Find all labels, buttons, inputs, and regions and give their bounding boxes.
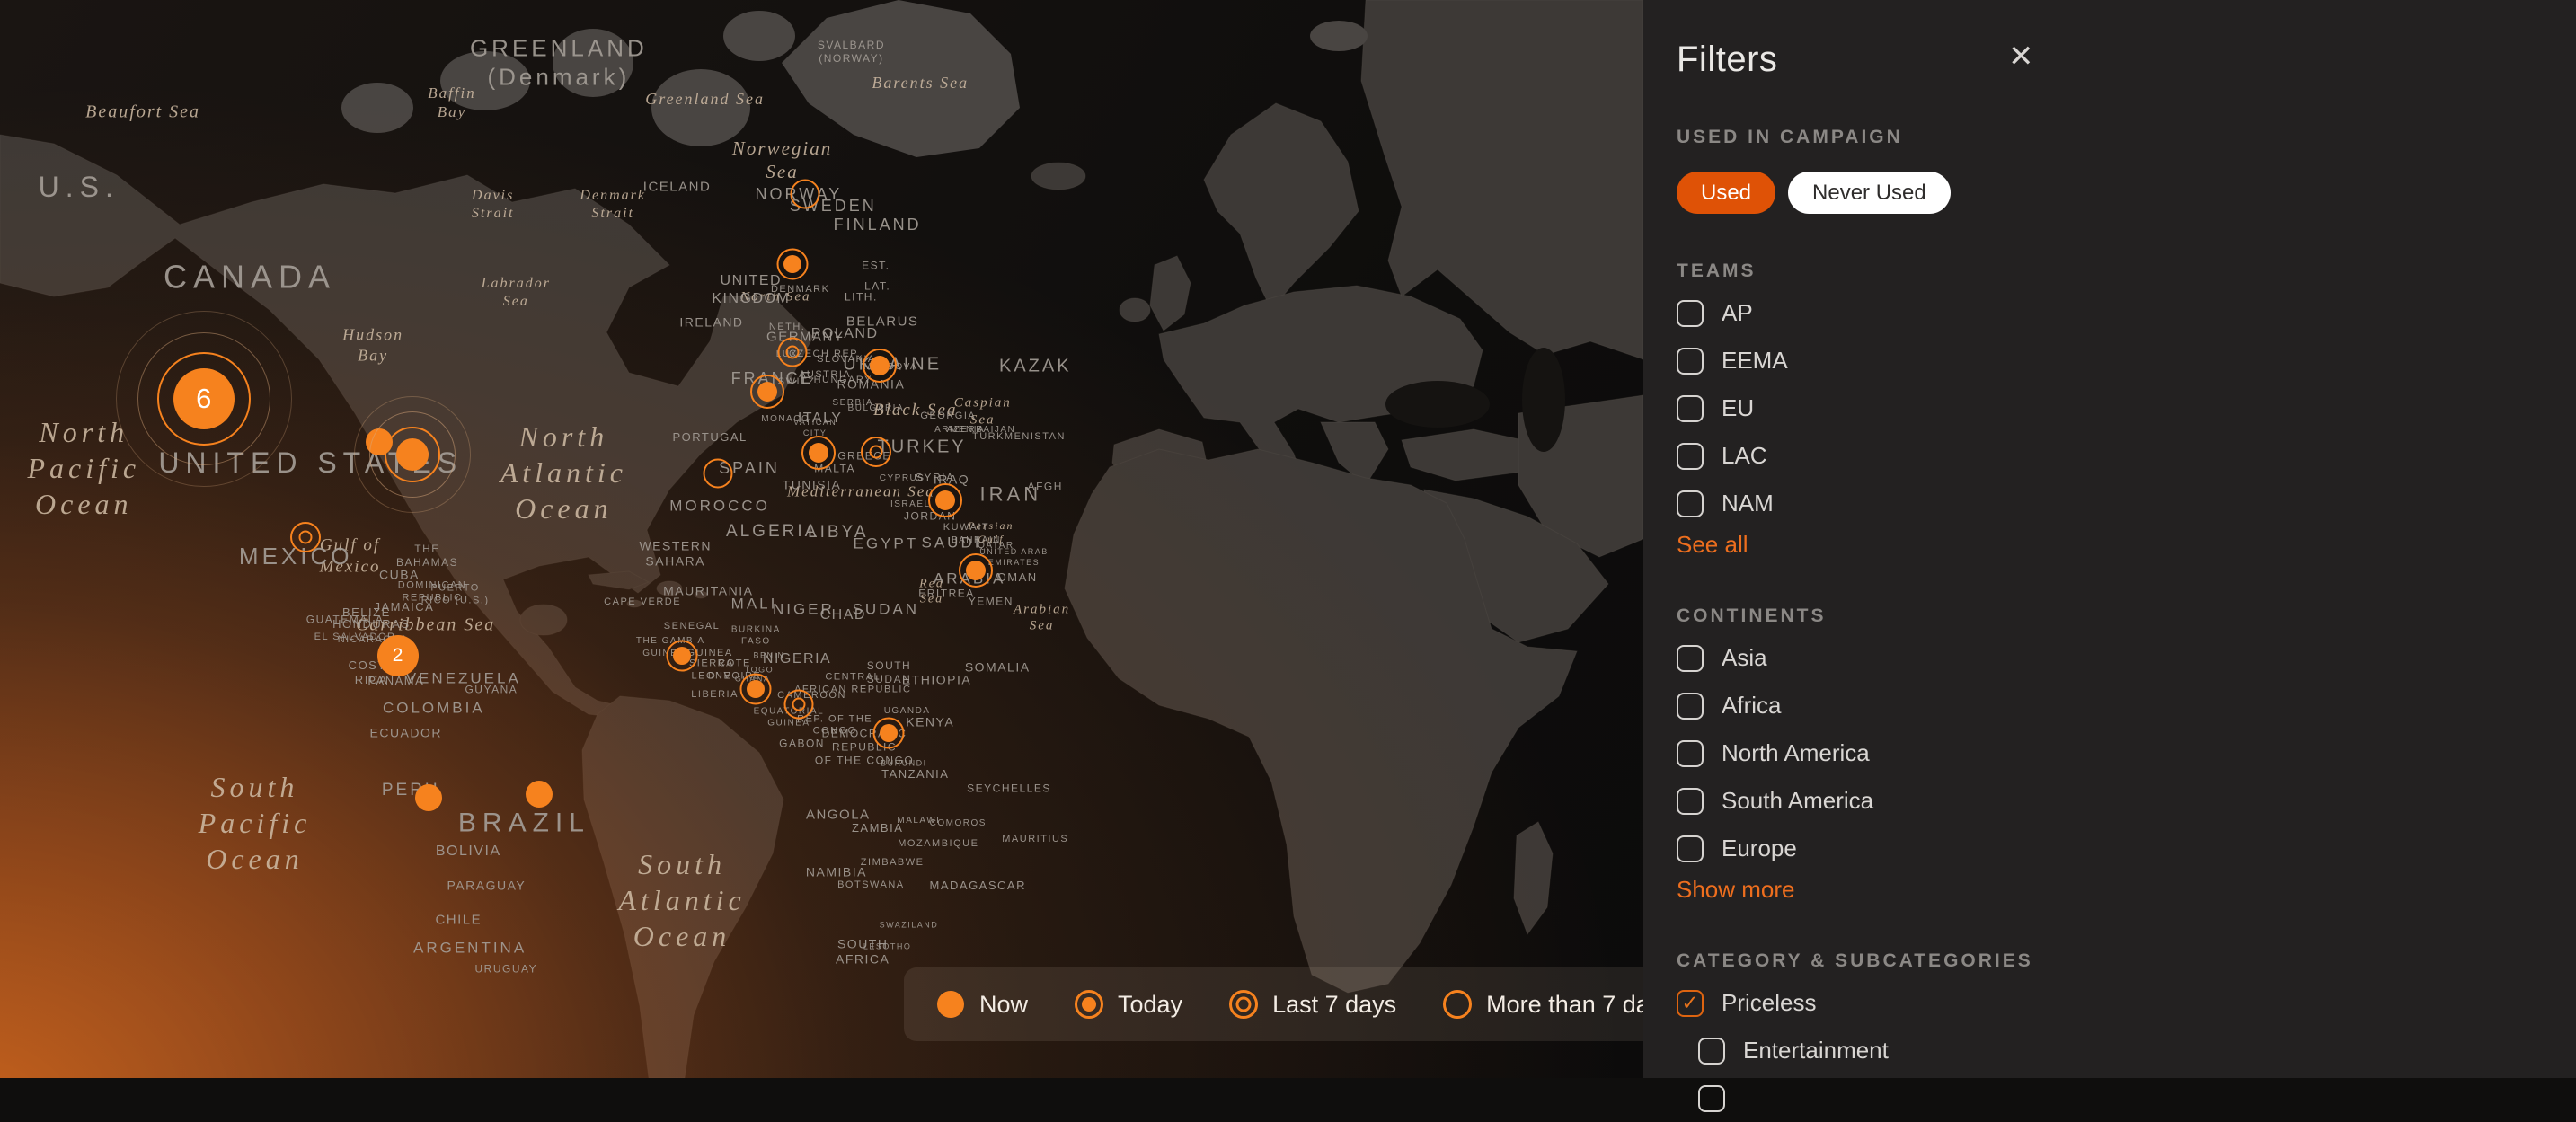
close-icon[interactable]: ✕ <box>2008 41 2034 72</box>
show-more-link[interactable]: Show more <box>1677 876 1795 904</box>
checkbox-label: LAC <box>1722 442 1767 470</box>
category-entertainment[interactable]: Entertainment <box>1698 1027 2576 1074</box>
checkbox-icon[interactable] <box>1677 348 1704 375</box>
checkbox-label: South America <box>1722 787 1873 815</box>
legend-now-icon <box>936 990 965 1019</box>
marker-dot <box>415 784 442 811</box>
legend-item-now: Now <box>936 990 1028 1019</box>
marker-ring <box>869 445 882 458</box>
legend-label: Today <box>1118 991 1182 1019</box>
marker-dot <box>935 490 955 510</box>
continent-asia[interactable]: Asia <box>1677 634 2576 682</box>
marker-dot <box>747 680 765 698</box>
checkbox-label: Asia <box>1722 644 1767 672</box>
legend-item-last7: Last 7 days <box>1229 990 1396 1019</box>
continents-checkbox-list: Asia Africa North America South America Euro… <box>1677 634 2576 872</box>
marker-dot <box>880 724 898 742</box>
marker-dot: 2 <box>377 635 419 676</box>
checkbox-label: Entertainment <box>1743 1037 1889 1065</box>
marker-ring <box>785 346 799 359</box>
checkbox-label: Africa <box>1722 692 1781 720</box>
marker-dot: 6 <box>173 368 235 429</box>
legend-label: More than 7 days ago <box>1486 991 1643 1019</box>
marker-dot <box>870 356 890 375</box>
checkbox-icon[interactable] <box>1677 395 1704 422</box>
checkbox-icon[interactable] <box>1677 693 1704 720</box>
checkbox-label: North America <box>1722 739 1870 767</box>
checkbox-label: AP <box>1722 299 1753 327</box>
legend-label: Last 7 days <box>1272 991 1396 1019</box>
world-map-canvas[interactable]: Beaufort SeaBaffin BayDavis StraitDenmar… <box>0 0 1643 1078</box>
checkbox-icon[interactable] <box>1677 835 1704 862</box>
marker-dot <box>783 255 801 273</box>
legend-item-more7: More than 7 days ago <box>1443 990 1643 1019</box>
continent-south-america[interactable]: South America <box>1677 777 2576 825</box>
marker-dot <box>396 438 429 471</box>
checkbox-icon[interactable] <box>1677 740 1704 767</box>
checkbox-icon[interactable] <box>1677 788 1704 815</box>
checkbox-label: Europe <box>1722 835 1797 862</box>
checkbox-icon[interactable] <box>1677 490 1704 517</box>
marker-dot <box>757 382 777 402</box>
team-nam[interactable]: NAM <box>1677 480 2576 527</box>
marker-dot <box>526 781 553 808</box>
checkbox-icon[interactable] <box>1677 443 1704 470</box>
section-header-teams: TEAMS <box>1677 261 2576 282</box>
filters-title: Filters <box>1677 40 2576 80</box>
legend-more7-icon <box>1443 990 1472 1019</box>
category-partial[interactable] <box>1698 1074 2576 1122</box>
section-header-used-in-campaign: USED IN CAMPAIGN <box>1677 127 2576 148</box>
checkbox-checked-icon[interactable]: ✓ <box>1677 990 1704 1017</box>
continent-north-america[interactable]: North America <box>1677 729 2576 777</box>
team-lac[interactable]: LAC <box>1677 432 2576 480</box>
checkbox-icon[interactable] <box>1698 1038 1725 1065</box>
team-ap[interactable]: AP <box>1677 289 2576 337</box>
continents-silhouette <box>0 0 1643 1078</box>
checkbox-icon[interactable] <box>1698 1085 1725 1112</box>
legend-last7-icon <box>1229 990 1258 1019</box>
continent-africa[interactable]: Africa <box>1677 682 2576 729</box>
checkbox-icon[interactable] <box>1677 300 1704 327</box>
marker-dot <box>966 561 986 580</box>
marker-ring <box>792 697 805 711</box>
marker-dot <box>809 443 828 463</box>
section-header-continents: CONTINENTS <box>1677 605 2576 627</box>
categories-checkbox-list: ✓ Priceless Entertainment <box>1677 979 2576 1122</box>
marker-ring <box>704 458 733 488</box>
checkbox-label: EU <box>1722 394 1754 422</box>
used-in-campaign-toggle: Used Never Used <box>1677 172 2576 214</box>
legend-label: Now <box>979 991 1028 1019</box>
checkbox-label: EEMA <box>1722 347 1788 375</box>
legend-item-today: Today <box>1075 990 1182 1019</box>
team-eu[interactable]: EU <box>1677 384 2576 432</box>
marker-ring <box>299 530 313 543</box>
checkbox-label: Priceless <box>1722 989 1816 1017</box>
see-all-link[interactable]: See all <box>1677 531 1748 559</box>
pill-used[interactable]: Used <box>1677 172 1775 214</box>
filters-panel: Filters ✕ USED IN CAMPAIGN Used Never Use… <box>1643 0 2576 1078</box>
checkbox-icon[interactable] <box>1677 645 1704 672</box>
pill-never-used[interactable]: Never Used <box>1788 172 1951 214</box>
time-legend-bar: Now Today Last 7 days More than 7 days ago <box>904 967 1643 1041</box>
continent-europe[interactable]: Europe <box>1677 825 2576 872</box>
category-priceless[interactable]: ✓ Priceless <box>1677 979 2576 1027</box>
team-eema[interactable]: EEMA <box>1677 337 2576 384</box>
section-header-categories: CATEGORY & SUBCATEGORIES <box>1677 950 2576 972</box>
marker-ring <box>791 180 820 209</box>
legend-today-icon <box>1075 990 1103 1019</box>
checkbox-label: NAM <box>1722 490 1774 517</box>
marker-dot <box>673 647 691 665</box>
teams-checkbox-list: AP EEMA EU LAC NAM <box>1677 289 2576 527</box>
